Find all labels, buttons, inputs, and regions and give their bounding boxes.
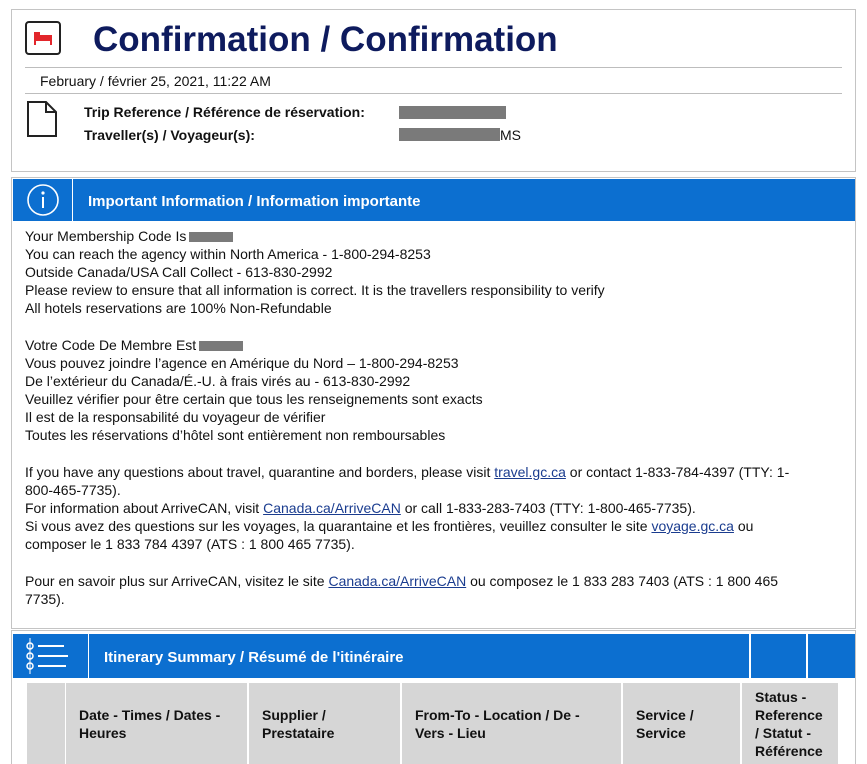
- info-line: composer le 1 833 784 4397 (ATS : 1 800 …: [25, 536, 355, 552]
- column-header-date: Date - Times / Dates - Heures: [66, 683, 247, 764]
- traveller-name-redacted: [399, 128, 500, 141]
- travel-gc-link[interactable]: travel.gc.ca: [494, 464, 566, 480]
- arrivecan-line: For information about ArriveCAN, visit C…: [25, 500, 696, 516]
- info-line: Toutes les réservations d’hôtel sont ent…: [25, 427, 446, 443]
- info-line: Veuillez vérifier pour être certain que …: [25, 391, 483, 407]
- column-header-blank: [27, 683, 65, 764]
- membership-line-fr: Votre Code De Membre Est: [25, 336, 244, 354]
- travellers-label: Traveller(s) / Voyageur(s):: [84, 127, 255, 143]
- header-bar-divider: [749, 634, 751, 678]
- title-divider: [25, 67, 842, 68]
- column-header-service: Service / Service: [623, 683, 740, 764]
- traveller-suffix: MS: [500, 127, 521, 143]
- info-line: 7735).: [25, 591, 65, 607]
- date-divider: [25, 93, 842, 94]
- membership-code-redacted: [199, 341, 244, 352]
- trip-reference-label: Trip Reference / Référence de réservatio…: [84, 104, 365, 120]
- membership-line-en: Your Membership Code Is: [25, 227, 234, 245]
- info-line: Outside Canada/USA Call Collect - 613-83…: [25, 264, 333, 280]
- info-line: 800-465-7735).: [25, 482, 121, 498]
- list-icon: [13, 634, 89, 678]
- arrivecan-link[interactable]: Canada.ca/ArriveCAN: [263, 500, 401, 516]
- arrivecan-fr-line: Pour en savoir plus sur ArriveCAN, visit…: [25, 573, 779, 589]
- column-header-location: From-To - Location / De - Vers - Lieu: [402, 683, 621, 764]
- voyage-line: Si vous avez des questions sur les voyag…: [25, 518, 754, 534]
- travel-questions-line: If you have any questions about travel, …: [25, 464, 790, 480]
- info-line: Please review to ensure that all informa…: [25, 282, 605, 298]
- info-line: All hotels reservations are 100% Non-Ref…: [25, 300, 332, 316]
- info-line: Vous pouvez joindre l’agence en Amérique…: [25, 355, 459, 371]
- important-information-title: Important Information / Information impo…: [88, 193, 421, 210]
- document-date: February / février 25, 2021, 11:22 AM: [40, 73, 271, 89]
- info-line: You can reach the agency within North Am…: [25, 246, 431, 262]
- arrivecan-fr-link[interactable]: Canada.ca/ArriveCAN: [328, 573, 466, 589]
- info-icon: [13, 179, 73, 221]
- header-bar-divider: [806, 634, 808, 678]
- info-line: Il est de la responsabilité du voyageur …: [25, 409, 326, 425]
- itinerary-summary-title: Itinerary Summary / Résumé de l'itinérai…: [104, 649, 404, 666]
- column-header-supplier: Supplier / Prestataire: [249, 683, 400, 764]
- document-icon: [26, 100, 58, 143]
- hotel-icon: [25, 21, 61, 55]
- column-header-status: Status - Reference / Statut - Référence: [742, 683, 838, 764]
- page-title: Confirmation / Confirmation: [93, 20, 558, 59]
- membership-code-redacted: [189, 232, 234, 243]
- voyage-gc-link[interactable]: voyage.gc.ca: [651, 518, 734, 534]
- info-line: De l’extérieur du Canada/É.-U. à frais v…: [25, 373, 411, 389]
- trip-reference-redacted: [399, 106, 506, 119]
